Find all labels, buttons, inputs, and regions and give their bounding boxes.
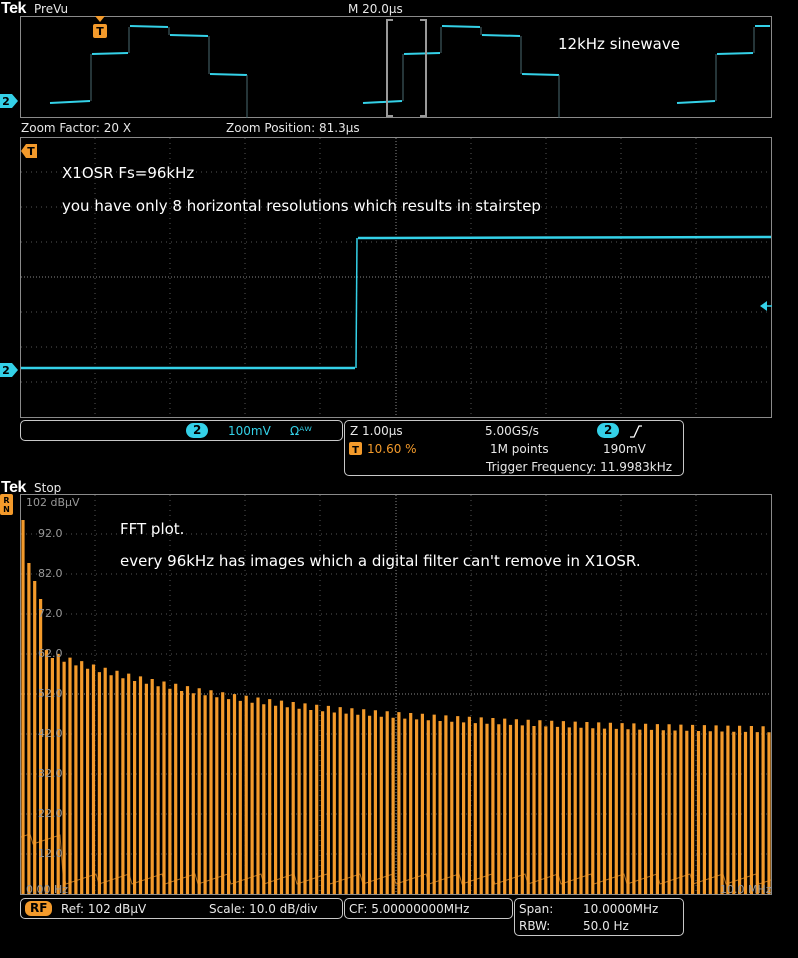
fft-y-tick-label: 62.0 bbox=[38, 647, 63, 660]
svg-text:2: 2 bbox=[2, 95, 10, 108]
svg-text:2: 2 bbox=[2, 364, 10, 377]
fft-ref-level: Ref: 102 dBµV bbox=[61, 902, 147, 916]
svg-text:T: T bbox=[352, 445, 359, 456]
channel-coupling: Ωᴬᵂ bbox=[290, 424, 312, 438]
zoom-time-scale: Z 1.00µs bbox=[350, 424, 403, 438]
trigger-frequency: Trigger Frequency: 11.9983kHz bbox=[486, 460, 673, 474]
trigger-position: 10.60 % bbox=[367, 442, 417, 456]
trigger-level-arrow-icon bbox=[760, 297, 772, 316]
timebase-readout: M 20.0µs bbox=[348, 2, 403, 16]
fft-ref-bar[interactable]: RF Ref: 102 dBµV Scale: 10.0 dB/div bbox=[20, 898, 343, 919]
fft-annotation-images: every 96kHz has images which a digital f… bbox=[120, 552, 641, 570]
record-length: 1M points bbox=[490, 442, 549, 456]
zoom-annotation-osr: X1OSR Fs=96kHz bbox=[62, 164, 195, 182]
fft-y-tick-label: 12.0 bbox=[38, 847, 63, 860]
channel-readout-bar[interactable]: 2 100mV Ωᴬᵂ bbox=[20, 420, 343, 441]
zoom-annotation-resolution: you have only 8 horizontal resolutions w… bbox=[62, 197, 541, 215]
fft-y-tick-label: 52.0 bbox=[38, 687, 63, 700]
fft-scale: Scale: 10.0 dB/div bbox=[209, 902, 318, 916]
channel2-marker-icon: 2 bbox=[0, 93, 18, 108]
preview-annotation: 12kHz sinewave bbox=[558, 35, 680, 53]
zoom-position: Zoom Position: 81.3µs bbox=[226, 121, 360, 135]
channel-scale: 100mV bbox=[228, 424, 271, 438]
fft-annotation-title: FFT plot. bbox=[120, 520, 185, 538]
fft-y-tick-label: 72.0 bbox=[38, 607, 63, 620]
fft-y-tick-label: 32.0 bbox=[38, 767, 63, 780]
trigger-pos-icon: T bbox=[349, 441, 363, 460]
svg-text:T: T bbox=[27, 145, 35, 158]
rf-ref-marker-icon: RN bbox=[0, 494, 14, 520]
svg-text:N: N bbox=[3, 505, 10, 514]
svg-text:R: R bbox=[3, 496, 9, 505]
fft-y-tick-label: 82.0 bbox=[38, 567, 63, 580]
rf-badge: RF bbox=[25, 901, 53, 916]
trigger-channel-badge: 2 bbox=[597, 423, 620, 438]
fft-y-tick-label: 22.0 bbox=[38, 807, 63, 820]
fft-x-start-label: 0.00 Hz bbox=[26, 883, 69, 896]
rising-edge-icon bbox=[629, 423, 643, 442]
fft-acq-state: Stop bbox=[34, 481, 62, 495]
center-frequency: CF: 5.00000000MHz bbox=[349, 902, 470, 916]
fft-span-bar[interactable]: Span: 10.0000MHz RBW: 50.0 Hz bbox=[514, 898, 684, 936]
trigger-level: 190mV bbox=[603, 442, 646, 456]
svg-text:T: T bbox=[96, 25, 104, 38]
fft-ref-level-label: 102 dBµV bbox=[26, 496, 80, 509]
zoom-trigger-marker-icon: T bbox=[21, 143, 37, 162]
fft-y-tick-label: 42.0 bbox=[38, 727, 63, 740]
span-value: 10.0000MHz bbox=[583, 902, 659, 916]
channel-badge: 2 bbox=[186, 423, 209, 438]
zoom-factor: Zoom Factor: 20 X bbox=[21, 121, 132, 135]
rbw-value: 50.0 Hz bbox=[583, 919, 629, 933]
preview-graticule[interactable] bbox=[20, 16, 772, 118]
fft-x-end-label: 10.0 MHz bbox=[720, 883, 772, 896]
rbw-label: RBW: bbox=[519, 919, 551, 933]
acquisition-mode: PreVu bbox=[34, 2, 69, 16]
acquisition-readout-bar[interactable]: Z 1.00µs T 10.60 % 5.00GS/s 1M points 2 … bbox=[344, 420, 684, 476]
sample-rate: 5.00GS/s bbox=[485, 424, 539, 438]
fft-y-tick-label: 92.0 bbox=[38, 527, 63, 540]
trigger-marker-icon: T bbox=[92, 16, 108, 44]
zoom-channel2-marker-icon: 2 bbox=[0, 362, 18, 377]
span-label: Span: bbox=[519, 902, 554, 916]
fft-center-freq-bar[interactable]: CF: 5.00000000MHz bbox=[344, 898, 513, 919]
